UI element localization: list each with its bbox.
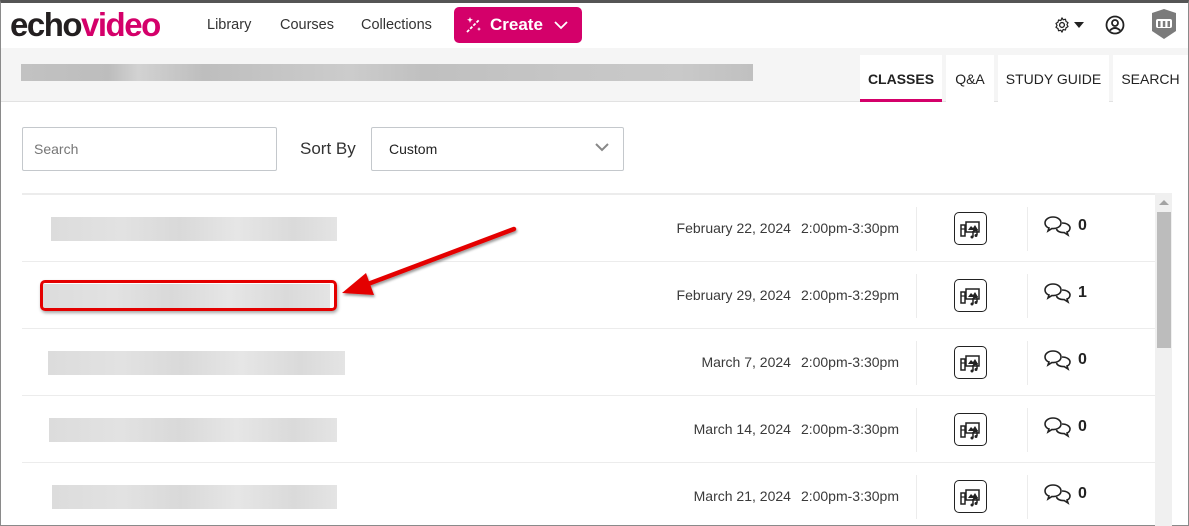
class-datetime: February 22, 2024 2:00pm-3:30pm: [677, 220, 899, 236]
class-list: February 22, 2024 2:00pm-3:30pm 0 Februar…: [22, 193, 1155, 526]
divider: [916, 207, 917, 251]
class-datetime: March 14, 2024 2:00pm-3:30pm: [694, 421, 899, 437]
qa-comments-button[interactable]: 0: [1044, 349, 1087, 371]
class-date: February 22, 2024: [676, 220, 791, 236]
institution-icon[interactable]: [1150, 9, 1178, 39]
tab-qa[interactable]: Q&A: [946, 55, 994, 102]
class-time: 2:00pm-3:30pm: [800, 421, 899, 437]
user-profile-icon[interactable]: [1105, 15, 1125, 35]
comments-icon: [1044, 484, 1071, 505]
media-presentation-icon: [959, 354, 980, 372]
logo-text-video: video: [81, 6, 161, 43]
divider: [1027, 341, 1028, 385]
search-input[interactable]: [22, 127, 277, 171]
class-date: March 7, 2024: [701, 354, 791, 370]
create-button-label: Create: [490, 15, 543, 34]
course-header: CLASSES Q&A STUDY GUIDE SEARCH: [1, 48, 1188, 102]
class-time: 2:00pm-3:30pm: [800, 354, 899, 370]
tab-study-guide[interactable]: STUDY GUIDE: [998, 55, 1109, 102]
divider: [1027, 408, 1028, 452]
chevron-down-icon: [554, 21, 568, 30]
divider: [916, 475, 917, 519]
echovideo-logo[interactable]: echovideo: [10, 6, 161, 43]
qa-comments-button[interactable]: 0: [1044, 215, 1087, 237]
comment-count: 1: [1078, 284, 1087, 301]
media-button[interactable]: [954, 346, 987, 379]
comments-icon: [1044, 350, 1071, 371]
top-navigation-bar: echovideo Library Courses Collections Cr…: [1, 3, 1188, 48]
divider: [1027, 274, 1028, 318]
qa-comments-button[interactable]: 1: [1044, 282, 1087, 304]
course-tabs: CLASSES Q&A STUDY GUIDE SEARCH: [860, 55, 1188, 102]
class-time: 2:00pm-3:29pm: [800, 287, 899, 303]
media-presentation-icon: [959, 220, 980, 238]
class-row[interactable]: March 21, 2024 2:00pm-3:30pm 0: [22, 463, 1155, 526]
media-presentation-icon: [959, 488, 980, 506]
sort-by-dropdown[interactable]: Custom: [371, 127, 624, 171]
sort-by-value: Custom: [389, 141, 438, 157]
media-presentation-icon: [959, 421, 980, 439]
class-time: 2:00pm-3:30pm: [800, 488, 899, 504]
class-title-redacted[interactable]: [48, 351, 345, 375]
scroll-up-arrow-icon[interactable]: [1159, 200, 1169, 205]
magic-wand-icon: [466, 17, 481, 33]
tab-search[interactable]: SEARCH: [1113, 55, 1188, 102]
class-time: 2:00pm-3:30pm: [800, 220, 899, 236]
class-datetime: February 29, 2024 2:00pm-3:29pm: [677, 287, 899, 303]
logo-text-echo: echo: [10, 6, 83, 43]
class-title-redacted[interactable]: [51, 217, 337, 241]
comments-icon: [1044, 283, 1071, 304]
comment-count: 0: [1078, 351, 1087, 368]
class-title-redacted[interactable]: [49, 418, 337, 442]
class-row[interactable]: March 7, 2024 2:00pm-3:30pm 0: [22, 329, 1155, 396]
nav-library[interactable]: Library: [207, 17, 251, 33]
comments-icon: [1044, 216, 1071, 237]
caret-down-icon: [1074, 22, 1084, 28]
comment-count: 0: [1078, 485, 1087, 502]
annotation-highlight-box: [40, 280, 337, 311]
divider: [1027, 475, 1028, 519]
comment-count: 0: [1078, 418, 1087, 435]
media-button[interactable]: [954, 212, 987, 245]
media-button[interactable]: [954, 480, 987, 513]
nav-courses[interactable]: Courses: [280, 17, 334, 33]
qa-comments-button[interactable]: 0: [1044, 416, 1087, 438]
class-row[interactable]: March 14, 2024 2:00pm-3:30pm 0: [22, 396, 1155, 463]
settings-menu-button[interactable]: [1053, 16, 1084, 34]
tab-classes[interactable]: CLASSES: [860, 55, 942, 102]
qa-comments-button[interactable]: 0: [1044, 483, 1087, 505]
chevron-down-icon: [595, 143, 609, 152]
gear-icon: [1055, 17, 1069, 33]
class-row[interactable]: February 22, 2024 2:00pm-3:30pm 0: [22, 195, 1155, 262]
class-datetime: March 21, 2024 2:00pm-3:30pm: [694, 488, 899, 504]
class-datetime: March 7, 2024 2:00pm-3:30pm: [701, 354, 899, 370]
sort-by-label: Sort By: [300, 139, 356, 158]
media-presentation-icon: [959, 287, 980, 305]
class-title-redacted[interactable]: [52, 485, 337, 509]
course-title-redacted: [21, 64, 753, 81]
divider: [916, 341, 917, 385]
class-date: March 14, 2024: [693, 421, 791, 437]
media-button[interactable]: [954, 279, 987, 312]
divider: [916, 274, 917, 318]
divider: [916, 408, 917, 452]
class-date: March 21, 2024: [693, 488, 791, 504]
nav-collections[interactable]: Collections: [361, 17, 432, 33]
class-date: February 29, 2024: [676, 287, 791, 303]
scrollbar-thumb[interactable]: [1157, 212, 1171, 348]
comment-count: 0: [1078, 217, 1087, 234]
divider: [1027, 207, 1028, 251]
list-scrollbar[interactable]: [1155, 193, 1172, 526]
create-button[interactable]: Create: [454, 7, 582, 43]
comments-icon: [1044, 417, 1071, 438]
annotation-arrow-icon: [342, 226, 517, 295]
media-button[interactable]: [954, 413, 987, 446]
